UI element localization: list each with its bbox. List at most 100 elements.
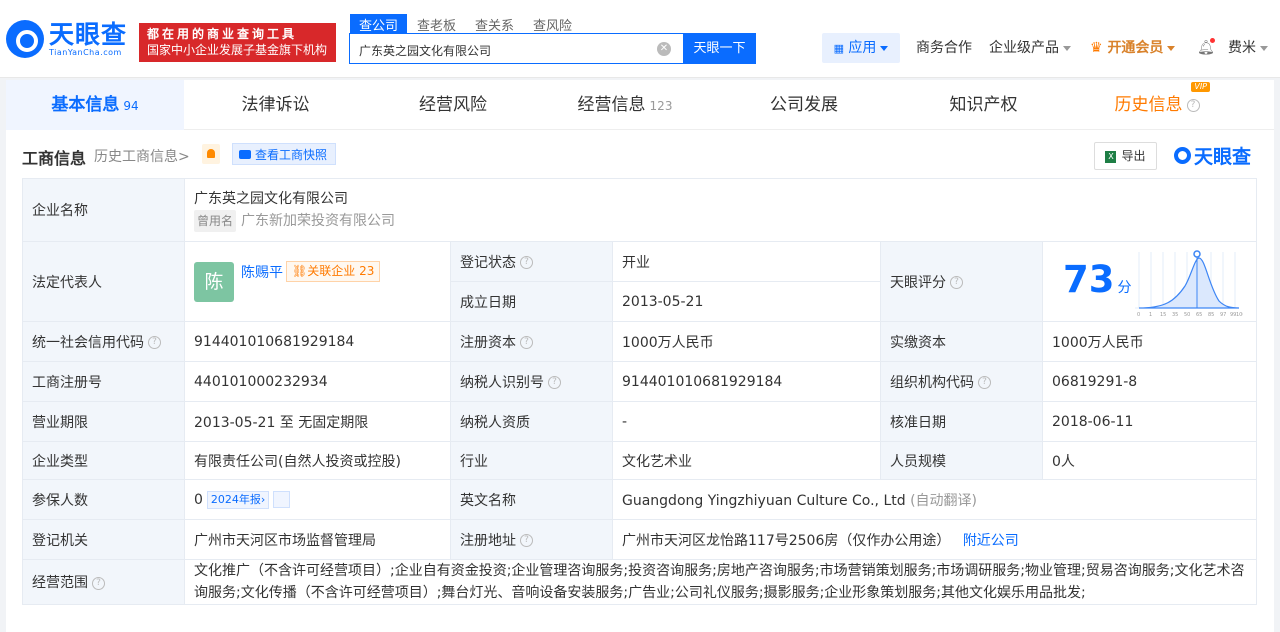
logo-text: 天眼查: [49, 20, 128, 49]
taxpayer-id-label: 纳税人识别号: [460, 374, 544, 391]
tab-history[interactable]: 历史信息? VIP: [1070, 80, 1244, 130]
app-menu-button[interactable]: ▦ 应用: [822, 33, 900, 63]
insured-count: 0: [194, 491, 203, 508]
tab-legal[interactable]: 法律诉讼: [184, 80, 367, 130]
chevron-down-icon: [1063, 45, 1071, 51]
help-icon[interactable]: ?: [950, 276, 963, 289]
org-code-label: 组织机构代码: [890, 374, 974, 391]
tab-operation-info[interactable]: 经营信息 123: [539, 80, 711, 130]
score-value: 73: [1063, 258, 1115, 301]
taxpayer-id: 914401010681929184: [612, 361, 881, 402]
help-icon[interactable]: ?: [978, 376, 991, 389]
english-name-cell: Guangdong Yingzhiyuan Culture Co., Ltd (…: [611, 479, 1258, 520]
tab-development[interactable]: 公司发展: [711, 80, 897, 130]
help-icon[interactable]: ?: [148, 336, 161, 349]
staff-label: 人员规模: [880, 441, 1043, 480]
axis-tick: 0: [1137, 312, 1140, 318]
history-business-info-link[interactable]: 历史工商信息>: [94, 146, 190, 166]
table-row: 企业名称 广东英之园文化有限公司 曾用名 广东新加荣投资有限公司: [22, 178, 1258, 242]
tab-ip[interactable]: 知识产权: [897, 80, 1070, 130]
nearby-companies-link[interactable]: 附近公司: [963, 533, 1019, 549]
trend-chart-icon[interactable]: [273, 491, 291, 508]
tab-history-label: 历史信息: [1114, 95, 1183, 115]
help-icon[interactable]: ?: [92, 576, 105, 590]
table-row: 企业类型 有限责任公司(自然人投资或控股) 行业 文化艺术业 人员规模 0人: [22, 441, 1258, 480]
help-icon[interactable]: ?: [1186, 98, 1200, 112]
axis-tick: 50: [1184, 312, 1190, 318]
export-button[interactable]: X 导出: [1094, 142, 1157, 170]
legal-rep-name[interactable]: 陈赐平: [241, 265, 283, 281]
table-row: 经营范围? 文化推广（不含许可经营项目）;企业自有资金投资;企业管理咨询服务;投…: [22, 559, 1258, 605]
est-date: 2013-05-21: [612, 281, 881, 322]
vip-menu[interactable]: ♛ 开通会员: [1090, 33, 1176, 63]
score-cell[interactable]: 73分 0115355065859799100: [1041, 241, 1258, 322]
search-input[interactable]: 广东英之园文化有限公司 ✕: [349, 33, 684, 64]
help-icon[interactable]: ?: [520, 336, 533, 349]
approve-date-label: 核准日期: [880, 401, 1043, 442]
alert-bell-icon[interactable]: [202, 144, 220, 164]
user-menu[interactable]: 费米: [1228, 33, 1268, 63]
legal-rep-label: 法定代表人: [22, 241, 185, 322]
score-label: 天眼评分: [890, 274, 946, 291]
company-name-label: 企业名称: [22, 178, 185, 242]
business-cooperation-link[interactable]: 商务合作: [916, 33, 972, 63]
section-tabs: 基本信息 94 法律诉讼 经营风险 经营信息 123 公司发展 知识产权 历史信息?…: [6, 80, 1274, 130]
enterprise-products-label: 企业级产品: [989, 40, 1059, 56]
business-scope: 文化推广（不含许可经营项目）;企业自有资金投资;企业管理咨询服务;投资咨询服务;…: [183, 559, 1258, 605]
tab-operation-risk[interactable]: 经营风险: [367, 80, 539, 130]
axis-tick: 1: [1149, 312, 1152, 318]
vip-badge: VIP: [1191, 82, 1210, 92]
annual-report-link[interactable]: 2024年报›: [206, 490, 270, 509]
score-unit: 分: [1117, 280, 1132, 296]
search-button[interactable]: 天眼一下: [683, 33, 756, 64]
grid-icon: ▦: [833, 42, 844, 55]
credit-code: 914401010681929184: [184, 321, 451, 362]
authority: 广州市天河区市场监督管理局: [184, 519, 451, 560]
tab-operation-info-count: 123: [649, 99, 673, 113]
avatar[interactable]: 陈: [194, 261, 234, 302]
notification-bell-icon[interactable]: 🔔︎: [1197, 33, 1215, 63]
export-label: 导出: [1121, 149, 1146, 163]
axis-tick: 85: [1208, 312, 1214, 318]
scope-label: 经营范围: [32, 575, 88, 591]
score-axis: 0115355065859799100: [1137, 312, 1243, 318]
reg-capital-label-cell: 注册资本?: [450, 321, 613, 362]
paid-capital-label: 实缴资本: [880, 321, 1043, 362]
chevron-down-icon: [1167, 45, 1176, 51]
enterprise-products-menu[interactable]: 企业级产品: [989, 33, 1071, 63]
reg-no: 440101000232934: [184, 361, 451, 402]
help-icon[interactable]: ?: [520, 256, 533, 269]
search-tab-company[interactable]: 查公司: [350, 14, 408, 35]
type-label: 企业类型: [22, 441, 185, 480]
help-icon[interactable]: ?: [520, 534, 533, 547]
logo[interactable]: 天眼查 TianYanCha.com: [6, 20, 127, 58]
crown-icon: ♛: [1090, 40, 1103, 56]
axis-tick: 97: [1220, 312, 1226, 318]
score-distribution-chart: 0115355065859799100: [1135, 250, 1243, 318]
axis-tick: 15: [1160, 312, 1166, 318]
credit-code-label-cell: 统一社会信用代码?: [22, 321, 185, 362]
staff: 0人: [1041, 441, 1258, 480]
search-tab-risk[interactable]: 查风险: [524, 14, 581, 35]
tab-operation-info-label: 经营信息: [577, 95, 646, 115]
related-label: 关联企业: [307, 264, 356, 278]
reg-no-label: 工商注册号: [22, 361, 185, 402]
search-tab-boss[interactable]: 查老板: [408, 14, 465, 35]
table-row: 登记机关 广州市天河区市场监督管理局 注册地址? 广州市天河区龙怡路117号25…: [22, 519, 1258, 560]
clear-icon[interactable]: ✕: [657, 42, 671, 56]
camera-icon: [239, 150, 251, 159]
search-tab-relation[interactable]: 查关系: [466, 14, 523, 35]
tab-basic-info-count: 94: [123, 99, 139, 113]
tab-basic-info[interactable]: 基本信息 94: [6, 80, 184, 130]
legal-rep-cell: 陈陈赐平 ⛓关联企业 23: [184, 241, 451, 322]
related-companies-badge[interactable]: ⛓关联企业 23: [286, 261, 381, 282]
insured-cell: 0 2024年报›: [184, 479, 451, 520]
slogan-banner: 都在用的商业查询工具 国家中小企业发展子基金旗下机构: [139, 23, 336, 62]
axis-tick: 65: [1196, 312, 1202, 318]
address-label: 注册地址: [460, 532, 516, 549]
table-row: 参保人数 0 2024年报› 英文名称 Guangdong Yingzhiyuan…: [22, 479, 1258, 520]
reg-capital: 1000万人民币: [612, 321, 881, 362]
help-icon[interactable]: ?: [548, 376, 561, 389]
snapshot-button[interactable]: 查看工商快照: [232, 143, 337, 165]
taxpayer-id-label-cell: 纳税人识别号?: [450, 361, 613, 402]
